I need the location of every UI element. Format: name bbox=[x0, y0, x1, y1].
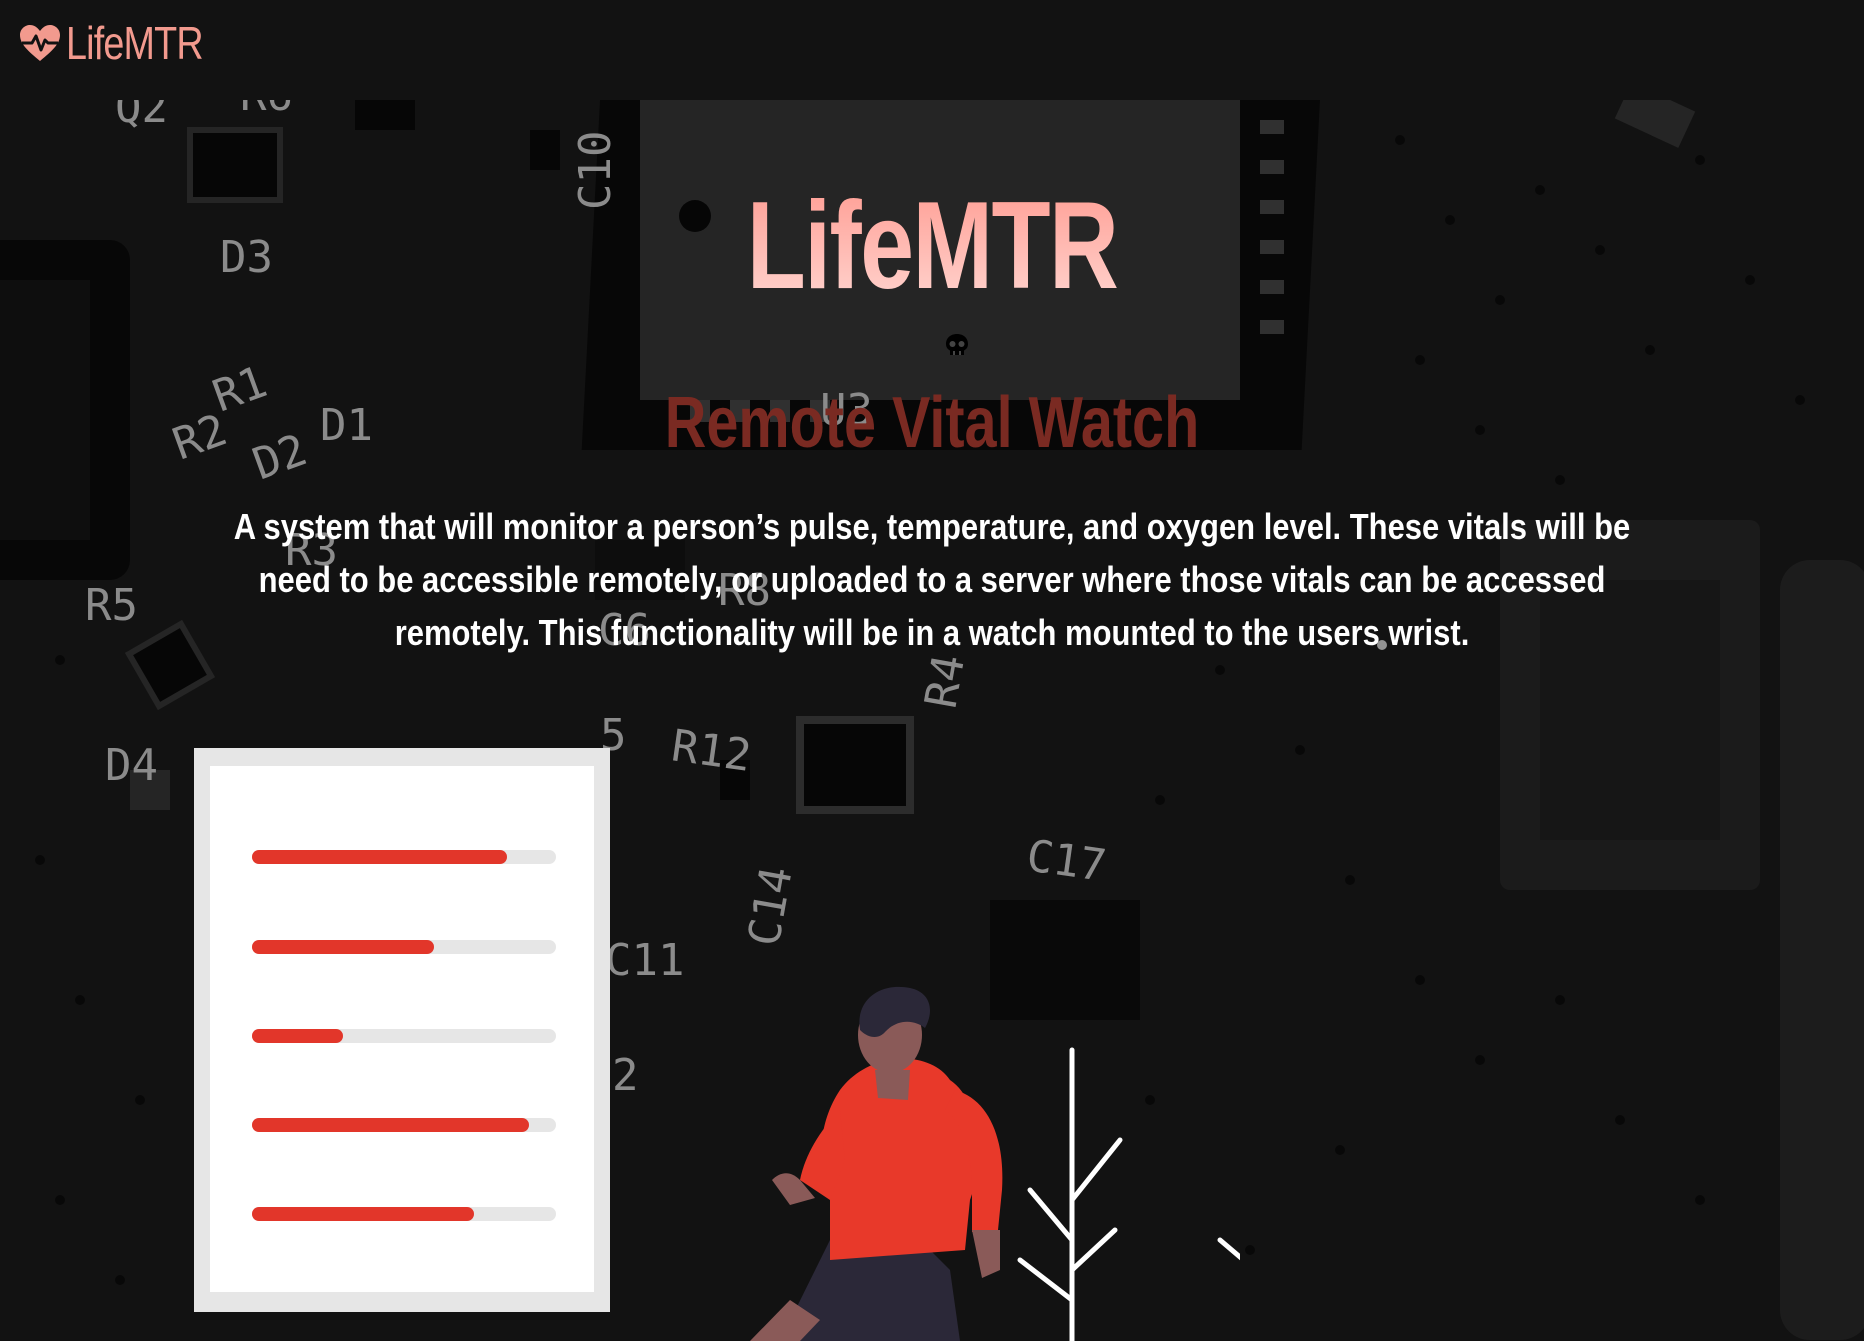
vital-bar-fill bbox=[252, 1029, 344, 1043]
vital-bar bbox=[252, 1118, 556, 1132]
hero-description: A system that will monitor a person’s pu… bbox=[233, 506, 1631, 653]
vital-bar-fill bbox=[252, 1118, 529, 1132]
heart-pulse-icon bbox=[20, 25, 60, 61]
skull-icon bbox=[946, 334, 968, 355]
vital-bar bbox=[252, 1207, 556, 1221]
vitals-card-panel bbox=[210, 766, 594, 1292]
brand-logo-link[interactable]: LifeMTR bbox=[18, 16, 233, 70]
vitals-illustration-card bbox=[194, 748, 610, 1312]
vital-bar-fill bbox=[252, 940, 435, 954]
vital-bar-fill bbox=[252, 850, 508, 864]
running-person-illustration bbox=[750, 986, 1240, 1341]
hero-section: Q2 R6 C10 D3 R1 D1 R2 D2 U3 R3 R5 C6 R8 … bbox=[0, 100, 1864, 1341]
hero-subtitle: Remote Vital Watch bbox=[664, 383, 1200, 463]
top-navbar: LifeMTR bbox=[0, 0, 1864, 100]
hero-title: LifeMTR bbox=[205, 175, 1659, 317]
vital-bar bbox=[252, 850, 556, 864]
brand-name: LifeMTR bbox=[66, 17, 204, 69]
vital-bar bbox=[252, 940, 556, 954]
vital-bar bbox=[252, 1029, 556, 1043]
vital-bar-fill bbox=[252, 1207, 474, 1221]
